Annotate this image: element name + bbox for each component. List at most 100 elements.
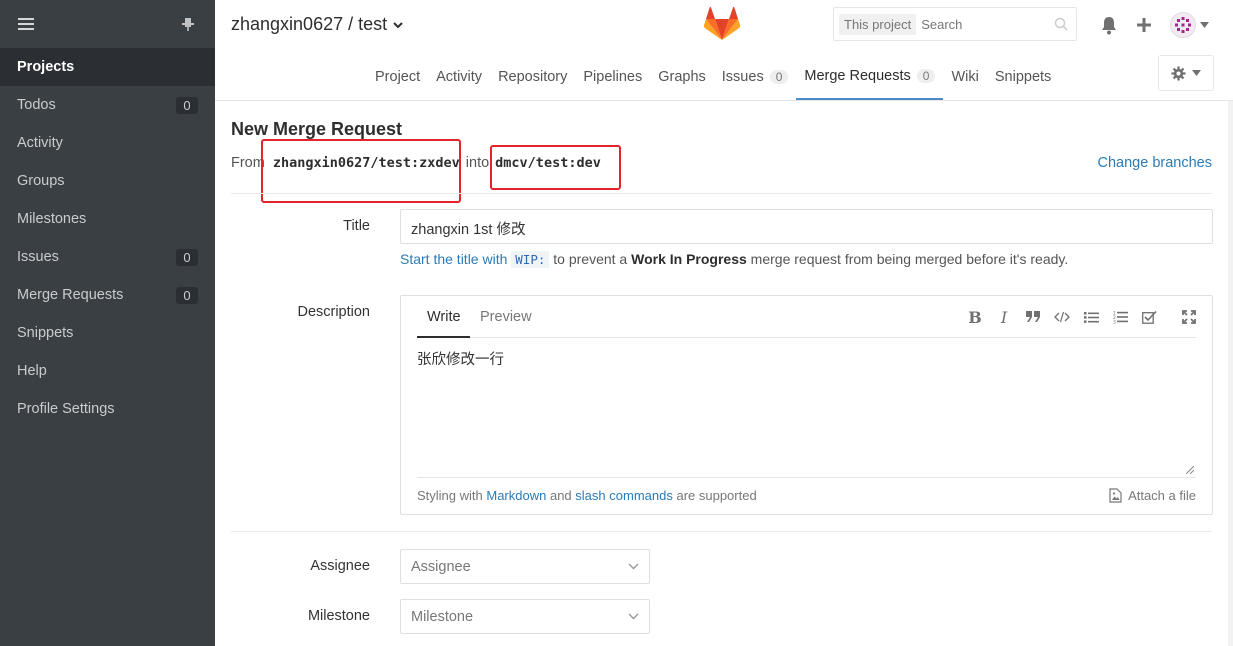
tab-wiki[interactable]: Wiki [943,53,986,100]
markdown-toolbar: B I 123 [966,308,1198,327]
chevron-down-icon [628,613,639,620]
tab-write[interactable]: Write [427,309,461,325]
sidebar-item-todos[interactable]: Todos 0 [0,86,215,124]
title-input[interactable]: zhangxin 1st 修改 [400,209,1213,244]
tab-merge-requests[interactable]: Merge Requests 0 [796,53,944,100]
page-scrollbar[interactable] [1228,101,1233,646]
main-content: New Merge Request From zhangxin0627/test… [215,101,1228,646]
bulleted-list-icon[interactable] [1082,308,1100,326]
description-textarea[interactable]: 张欣修改一行 [417,348,504,369]
quote-icon[interactable] [1024,308,1042,326]
tab-pipelines[interactable]: Pipelines [575,53,650,100]
tab-preview[interactable]: Preview [480,309,532,325]
sidebar-header [0,0,215,48]
slash-commands-link[interactable]: slash commands [575,488,673,503]
tab-issues[interactable]: Issues 0 [714,53,797,100]
caret-down-icon [1192,70,1201,76]
search-icon [1054,17,1068,31]
wip-hint-tail: merge request from being merged before i… [750,251,1069,267]
tab-repository[interactable]: Repository [490,53,575,100]
sidebar-item-projects[interactable]: Projects [0,48,215,86]
breadcrumb[interactable]: zhangxin0627 / test [231,14,403,35]
divider [231,193,1212,194]
gear-icon [1171,65,1186,81]
wip-hint-text: to prevent a [553,251,628,267]
tab-label: Merge Requests [804,67,911,84]
description-editor: Write Preview B I 123 张欣修改一行 Styling wit… [400,295,1213,515]
gitlab-logo-icon[interactable] [703,6,741,42]
description-label: Description [297,304,370,320]
change-branches-link[interactable]: Change branches [1098,155,1212,171]
bold-icon[interactable]: B [966,308,984,327]
wip-hint: Start the title with WIP: to prevent a W… [400,251,1069,268]
sidebar-item-label: Groups [17,173,65,189]
target-branch-highlight [490,145,621,190]
footer-and: and [549,488,572,503]
numbered-list-icon[interactable]: 123 [1111,308,1129,326]
attach-file-label: Attach a file [1128,488,1196,503]
tab-activity[interactable]: Activity [428,53,490,100]
issues-tab-count: 0 [769,69,789,84]
editor-divider [417,477,1196,478]
tab-label: Activity [436,68,483,85]
svg-text:3: 3 [1113,320,1116,325]
sidebar-item-activity[interactable]: Activity [0,124,215,162]
sidebar-item-label: Issues [17,249,59,265]
sidebar-item-groups[interactable]: Groups [0,162,215,200]
project-settings-button[interactable] [1158,55,1214,91]
project-nav: Project Activity Repository Pipelines Gr… [367,53,1059,100]
assignee-select[interactable]: Assignee [400,549,650,584]
sidebar-item-profile-settings[interactable]: Profile Settings [0,390,215,428]
tab-project[interactable]: Project [367,53,428,100]
milestone-select[interactable]: Milestone [400,599,650,634]
milestone-label: Milestone [307,608,370,624]
breadcrumb-title: zhangxin0627 / test [231,14,388,34]
resize-handle-icon[interactable] [1186,466,1194,474]
sidebar-item-label: Milestones [17,211,87,227]
sidebar-item-label: Snippets [17,325,74,341]
from-label: From [231,155,265,171]
wip-hint-link[interactable]: Start the title with [400,251,507,267]
tab-label: Snippets [994,68,1052,85]
fullscreen-icon[interactable] [1180,308,1198,326]
task-list-icon[interactable] [1140,308,1158,326]
code-icon[interactable] [1053,308,1071,326]
sidebar-item-label: Projects [17,59,75,75]
markdown-footer: Styling with Markdown and slash commands… [417,488,757,503]
wip-code: WIP: [511,251,550,268]
search-scope-badge[interactable]: This project [839,13,917,35]
markdown-link[interactable]: Markdown [486,488,546,503]
todos-count-badge: 0 [176,96,198,114]
plus-icon[interactable] [1136,17,1152,33]
merge-requests-count-badge: 0 [176,286,198,304]
tab-graphs[interactable]: Graphs [650,53,714,100]
caret-down-icon [1200,22,1209,28]
chevron-down-icon [393,21,403,28]
tab-label: Project [375,68,421,85]
sidebar-item-milestones[interactable]: Milestones [0,200,215,238]
italic-icon[interactable]: I [995,308,1013,327]
into-label: into [465,155,490,171]
search-placeholder: Search [921,16,963,32]
bell-icon[interactable] [1100,15,1118,35]
sidebar-item-merge-requests[interactable]: Merge Requests 0 [0,276,215,314]
chevron-down-icon [628,563,639,570]
sidebar-item-issues[interactable]: Issues 0 [0,238,215,276]
image-file-icon [1109,488,1122,503]
tab-snippets[interactable]: Snippets [987,53,1059,100]
tab-label: Repository [498,68,568,85]
top-icons [1100,12,1209,38]
sidebar: Projects Todos 0 Activity Groups Milesto… [0,0,215,646]
hamburger-menu-icon[interactable] [18,18,34,30]
sidebar-item-help[interactable]: Help [0,352,215,390]
sidebar-item-label: Todos [17,97,56,113]
footer-suffix: are supported [676,488,757,503]
sidebar-item-snippets[interactable]: Snippets [0,314,215,352]
search-input[interactable]: This project Search [833,7,1077,41]
pin-icon[interactable] [179,15,197,33]
user-menu[interactable] [1170,12,1209,38]
attach-file-button[interactable]: Attach a file [1109,488,1196,503]
issues-count-badge: 0 [176,248,198,266]
sidebar-item-label: Help [17,363,47,379]
tab-label: Issues [721,68,764,85]
